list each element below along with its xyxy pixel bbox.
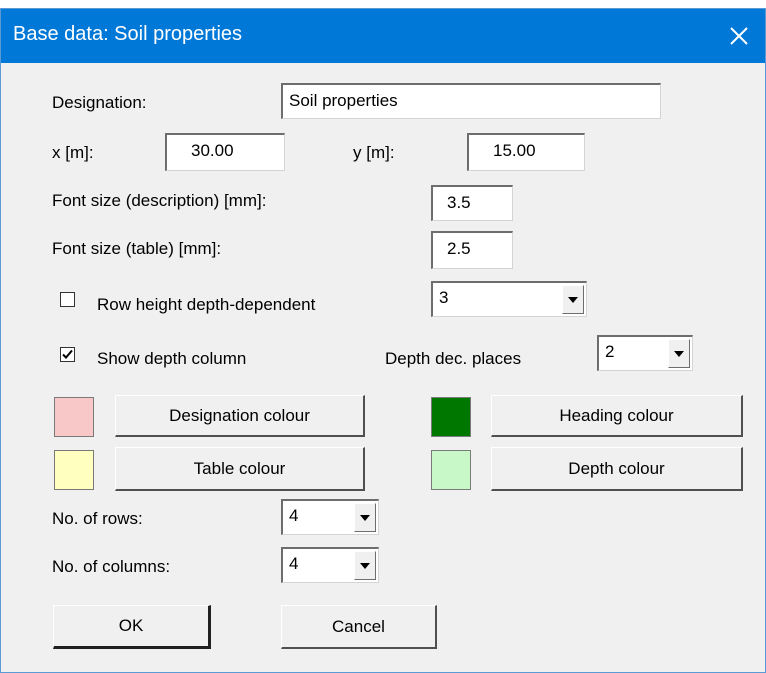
close-button[interactable] [713,9,765,63]
table-colour-swatch [54,450,94,490]
font-size-description-input[interactable]: 3.5 [431,185,513,221]
heading-colour-button[interactable]: Heading colour [491,395,743,437]
depth-column-label: Show depth column [97,349,247,368]
checkmark-icon [62,349,73,359]
chevron-down-icon [360,514,370,521]
row-height-select[interactable]: 3 [431,281,587,317]
designation-colour-button[interactable]: Designation colour [115,395,365,437]
chevron-down-icon [674,350,684,357]
dialog-window: Base data: Soil properties Designation: … [0,8,766,673]
close-icon [730,27,748,45]
columns-select[interactable]: 4 [281,547,379,583]
rows-label: No. of rows: [52,509,143,528]
depth-dec-places-label: Depth dec. places [385,349,522,368]
x-label: x [m]: [52,143,94,162]
font-size-table-label: Font size (table) [mm]: [52,239,222,258]
cancel-button[interactable]: Cancel [281,605,437,649]
y-input[interactable]: 15.00 [467,133,585,171]
row-height-label: Row height depth-dependent [97,295,316,314]
columns-value: 4 [289,554,299,573]
y-label: y [m]: [353,143,395,162]
depth-dec-places-value: 2 [605,342,615,361]
title-bar: Base data: Soil properties [1,9,765,63]
depth-dec-places-select[interactable]: 2 [597,335,693,371]
rows-select[interactable]: 4 [281,499,379,535]
columns-label: No. of columns: [52,557,171,576]
dropdown-arrow[interactable] [354,503,376,532]
window-title: Base data: Soil properties [13,23,243,45]
depth-column-checkbox[interactable] [60,347,75,362]
heading-colour-swatch [431,397,471,437]
designation-colour-swatch [54,397,94,437]
dropdown-arrow[interactable] [668,339,690,368]
x-input[interactable]: 30.00 [165,133,285,171]
chevron-down-icon [360,562,370,569]
font-size-table-input[interactable]: 2.5 [431,231,513,269]
designation-input[interactable]: Soil properties [281,83,661,119]
row-height-value: 3 [439,288,449,307]
depth-colour-button[interactable]: Depth colour [491,447,743,491]
dropdown-arrow[interactable] [562,285,584,314]
row-height-checkbox[interactable] [60,292,75,307]
designation-label: Designation: [52,93,147,112]
rows-value: 4 [289,506,299,525]
depth-colour-swatch [431,450,471,490]
table-colour-button[interactable]: Table colour [115,447,365,491]
chevron-down-icon [568,296,578,303]
font-size-description-label: Font size (description) [mm]: [52,191,267,210]
ok-button[interactable]: OK [53,605,211,649]
dropdown-arrow[interactable] [354,551,376,580]
